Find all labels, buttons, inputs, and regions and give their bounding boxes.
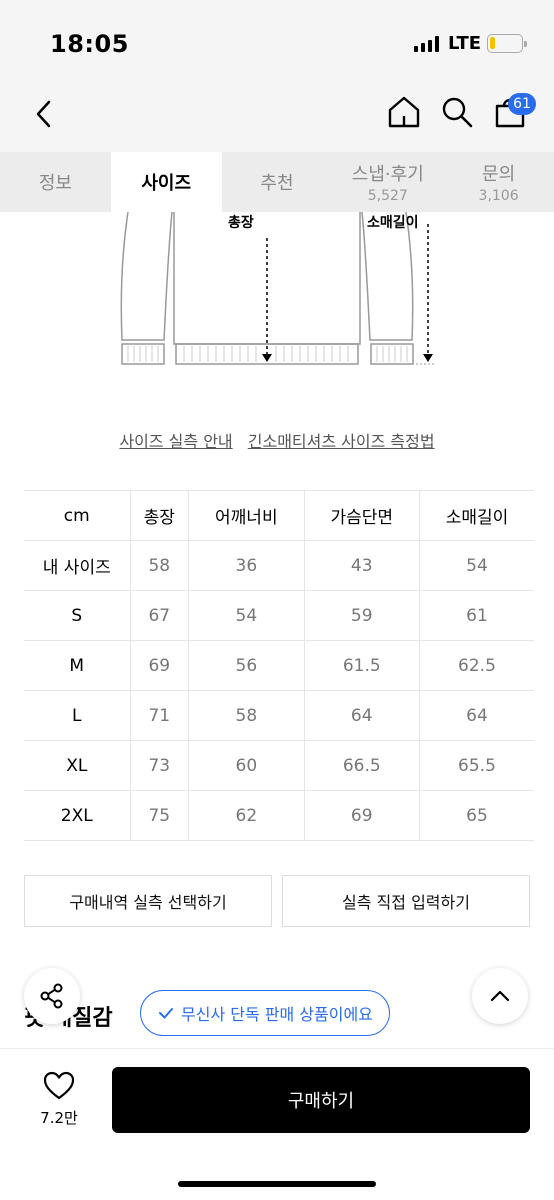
table-cell: 59 [303, 590, 420, 641]
measure-actions: 구매내역 실측 선택하기 실측 직접 입력하기 [24, 875, 530, 927]
tab-label: 문의 [482, 164, 516, 185]
signal-icon [414, 36, 439, 52]
home-icon[interactable] [386, 94, 422, 130]
table-cell: 61.5 [303, 640, 420, 691]
check-icon [159, 1008, 173, 1019]
chevron-up-icon [490, 990, 510, 1002]
table-cell: S [24, 590, 130, 641]
table-cell: 65.5 [418, 740, 534, 791]
nav-bar: 61 [0, 84, 554, 152]
table-cell: 36 [188, 540, 305, 591]
page: 18:05 LTE 61 정보 사이즈 추천 스냅·후기 5,527 문의 3,… [0, 0, 554, 1200]
table-row: 2XL 75 62 69 65 [24, 790, 534, 841]
tab-count: 3,106 [478, 188, 519, 204]
exclusive-badge: 무신사 단독 판매 상품이에요 [140, 990, 390, 1036]
table-cell: 71 [129, 690, 189, 741]
share-icon [40, 983, 63, 1009]
table-cell: 2XL [24, 790, 130, 841]
table-row: S 67 54 59 61 [24, 590, 534, 641]
tab-info[interactable]: 정보 [0, 152, 111, 212]
status-bar: 18:05 LTE [0, 0, 554, 84]
table-cell: 43 [303, 540, 420, 591]
size-guide-links: 사이즈 실측 안내 긴소매티셔츠 사이즈 측정법 [0, 428, 554, 452]
table-header-row: cm 총장 어깨너비 가슴단면 소매길이 [24, 490, 534, 541]
table-cell: 54 [418, 540, 534, 591]
bottom-bar: 7.2만 구매하기 [0, 1048, 554, 1200]
status-time: 18:05 [50, 30, 129, 58]
garment-diagram: 총장 소매길이 [0, 211, 554, 372]
tab-label: 스냅·후기 [351, 164, 424, 185]
table-cell: M [24, 640, 130, 691]
table-cell: 66.5 [303, 740, 420, 791]
measure-method-link[interactable]: 긴소매티셔츠 사이즈 측정법 [248, 432, 435, 451]
buy-button[interactable]: 구매하기 [112, 1067, 530, 1133]
table-header: 가슴단면 [303, 490, 420, 541]
search-icon[interactable] [439, 94, 475, 130]
diagram-label-length: 총장 [228, 215, 254, 231]
tab-reviews[interactable]: 스냅·후기 5,527 [332, 152, 443, 212]
tab-bar: 정보 사이즈 추천 스냅·후기 5,527 문의 3,106 [0, 152, 554, 212]
home-indicator [178, 1181, 376, 1187]
share-button[interactable] [24, 968, 80, 1024]
table-row: 내 사이즈 58 36 43 54 [24, 540, 534, 591]
table-cell: 54 [188, 590, 305, 641]
table-cell: 58 [188, 690, 305, 741]
table-cell: L [24, 690, 130, 741]
tab-inquiry[interactable]: 문의 3,106 [443, 152, 554, 212]
network-label: LTE [448, 33, 482, 54]
table-row: L 71 58 64 64 [24, 690, 534, 741]
table-cell: 75 [129, 790, 189, 841]
exclusive-text: 무신사 단독 판매 상품이에요 [181, 1005, 373, 1024]
table-cell: 56 [188, 640, 305, 691]
table-cell: 62 [188, 790, 305, 841]
sweatshirt-diagram [120, 211, 436, 365]
table-cell: 64 [303, 690, 420, 741]
table-row: XL 73 60 66.5 65.5 [24, 740, 534, 791]
table-cell: 65 [418, 790, 534, 841]
table-header: 총장 [129, 490, 189, 541]
table-cell: 58 [129, 540, 189, 591]
table-cell: 61 [418, 590, 534, 641]
tab-count: 5,527 [367, 188, 408, 204]
diagram-label-sleeve: 소매길이 [367, 215, 419, 231]
like-count: 7.2만 [40, 1109, 78, 1127]
tab-label: 추천 [260, 173, 294, 194]
scroll-top-button[interactable] [472, 968, 528, 1024]
tab-label: 사이즈 [141, 173, 192, 194]
table-cell: 67 [129, 590, 189, 641]
battery-icon [487, 34, 527, 53]
table-header: cm [24, 490, 130, 541]
table-cell: 64 [418, 690, 534, 741]
table-cell: 73 [129, 740, 189, 791]
table-cell: XL [24, 740, 130, 791]
size-guide-link[interactable]: 사이즈 실측 안내 [119, 432, 232, 451]
table-header: 어깨너비 [188, 490, 305, 541]
table-cell: 62.5 [418, 640, 534, 691]
table-row: M 69 56 61.5 62.5 [24, 640, 534, 691]
heart-icon [43, 1071, 75, 1100]
table-cell: 69 [303, 790, 420, 841]
table-cell: 69 [129, 640, 189, 691]
like-button[interactable]: 7.2만 [30, 1071, 88, 1128]
direct-input-button[interactable]: 실측 직접 입력하기 [282, 875, 530, 927]
back-icon[interactable] [30, 98, 60, 130]
tab-recommend[interactable]: 추천 [222, 152, 333, 212]
table-cell: 내 사이즈 [24, 540, 130, 591]
cart-count-badge: 61 [508, 93, 536, 115]
select-history-button[interactable]: 구매내역 실측 선택하기 [24, 875, 272, 927]
tab-label: 정보 [38, 173, 72, 194]
table-cell: 60 [188, 740, 305, 791]
table-header: 소매길이 [418, 490, 534, 541]
tab-size[interactable]: 사이즈 [110, 152, 222, 212]
size-table: cm 총장 어깨너비 가슴단면 소매길이 내 사이즈 58 36 43 54 S… [24, 490, 534, 841]
